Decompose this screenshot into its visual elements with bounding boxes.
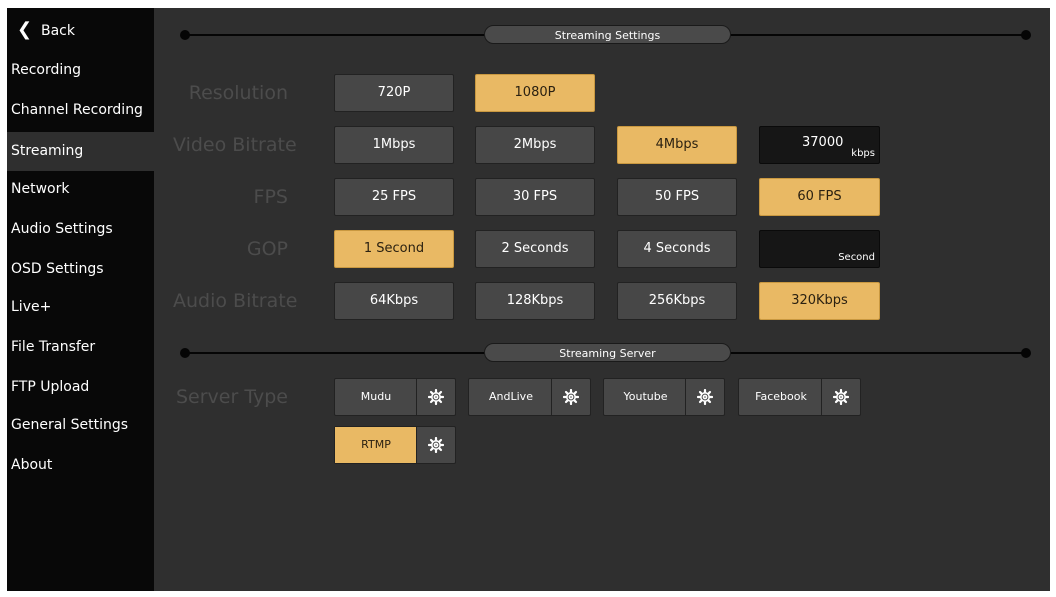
section-dot-right [1021, 30, 1031, 40]
server-name-mudu: Mudu [360, 390, 392, 403]
back-label: Back [41, 23, 75, 39]
server-option-mudu[interactable]: Mudu [334, 378, 456, 416]
server-type-label: Server Type [176, 386, 288, 408]
server-option-andlive[interactable]: AndLive [468, 378, 591, 416]
video-bitrate-label: Video Bitrate [173, 134, 297, 156]
resolution-option-1080p[interactable]: 1080P [475, 74, 595, 112]
gear-icon[interactable] [551, 379, 590, 415]
server-option-facebook[interactable]: Facebook [738, 378, 861, 416]
sidebar-item-streaming[interactable]: Streaming [7, 132, 154, 171]
section-title-streaming-settings: Streaming Settings [484, 25, 731, 44]
server-name-rtmp: RTMP [335, 427, 417, 463]
video-bitrate-custom-input[interactable]: 37000 kbps [759, 126, 880, 164]
fps-label: FPS [253, 186, 288, 208]
resolution-option-720p[interactable]: 720P [334, 74, 454, 112]
sidebar-item-channel-recording[interactable]: Channel Recording [7, 91, 154, 130]
gop-custom-input[interactable]: Second [759, 230, 880, 268]
app-frame: ❮ Back Recording Channel Recording Stream… [7, 8, 1050, 591]
sidebar-item-osd-settings[interactable]: OSD Settings [7, 250, 154, 289]
server-option-youtube[interactable]: Youtube [603, 378, 725, 416]
gear-icon[interactable] [685, 379, 724, 415]
gop-option-2-seconds[interactable]: 2 Seconds [475, 230, 595, 268]
audio-bitrate-option-320kbps[interactable]: 320Kbps [759, 282, 880, 320]
video-bitrate-option-4mbps[interactable]: 4Mbps [617, 126, 737, 164]
server-name-youtube: Youtube [623, 390, 668, 403]
server-name-facebook: Facebook [755, 390, 807, 403]
gop-option-1-second[interactable]: 1 Second [334, 230, 454, 268]
sidebar-item-general-settings[interactable]: General Settings [7, 406, 154, 445]
video-bitrate-option-2mbps[interactable]: 2Mbps [475, 126, 595, 164]
audio-bitrate-option-256kbps[interactable]: 256Kbps [617, 282, 737, 320]
gop-unit: Second [838, 252, 875, 263]
sidebar-item-ftp-upload[interactable]: FTP Upload [7, 368, 154, 407]
fps-option-50[interactable]: 50 FPS [617, 178, 737, 216]
gear-icon[interactable] [416, 379, 455, 415]
video-bitrate-custom-value: 37000 [802, 135, 844, 150]
video-bitrate-unit: kbps [851, 148, 875, 159]
server-name-andlive: AndLive [489, 390, 533, 403]
audio-bitrate-option-128kbps[interactable]: 128Kbps [475, 282, 595, 320]
sidebar: ❮ Back Recording Channel Recording Stream… [7, 8, 154, 591]
sidebar-item-about[interactable]: About [7, 446, 154, 485]
gear-icon[interactable] [821, 379, 860, 415]
resolution-label: Resolution [188, 82, 288, 104]
fps-option-30[interactable]: 30 FPS [475, 178, 595, 216]
fps-option-60[interactable]: 60 FPS [759, 178, 880, 216]
sidebar-item-network[interactable]: Network [7, 170, 154, 209]
gop-label: GOP [246, 238, 288, 260]
sidebar-item-live-plus[interactable]: Live+ [7, 288, 154, 327]
section-title-streaming-server: Streaming Server [484, 343, 731, 362]
video-bitrate-option-1mbps[interactable]: 1Mbps [334, 126, 454, 164]
audio-bitrate-label: Audio Bitrate [173, 290, 298, 312]
gear-icon[interactable] [416, 427, 455, 463]
section-dot-right [1021, 348, 1031, 358]
sidebar-item-recording[interactable]: Recording [7, 51, 154, 90]
server-option-rtmp[interactable]: RTMP [334, 426, 456, 464]
chevron-left-icon: ❮ [17, 19, 33, 40]
gop-option-4-seconds[interactable]: 4 Seconds [617, 230, 737, 268]
back-button[interactable]: ❮ Back [7, 10, 154, 49]
fps-option-25[interactable]: 25 FPS [334, 178, 454, 216]
sidebar-item-audio-settings[interactable]: Audio Settings [7, 210, 154, 249]
audio-bitrate-option-64kbps[interactable]: 64Kbps [334, 282, 454, 320]
sidebar-item-file-transfer[interactable]: File Transfer [7, 328, 154, 367]
